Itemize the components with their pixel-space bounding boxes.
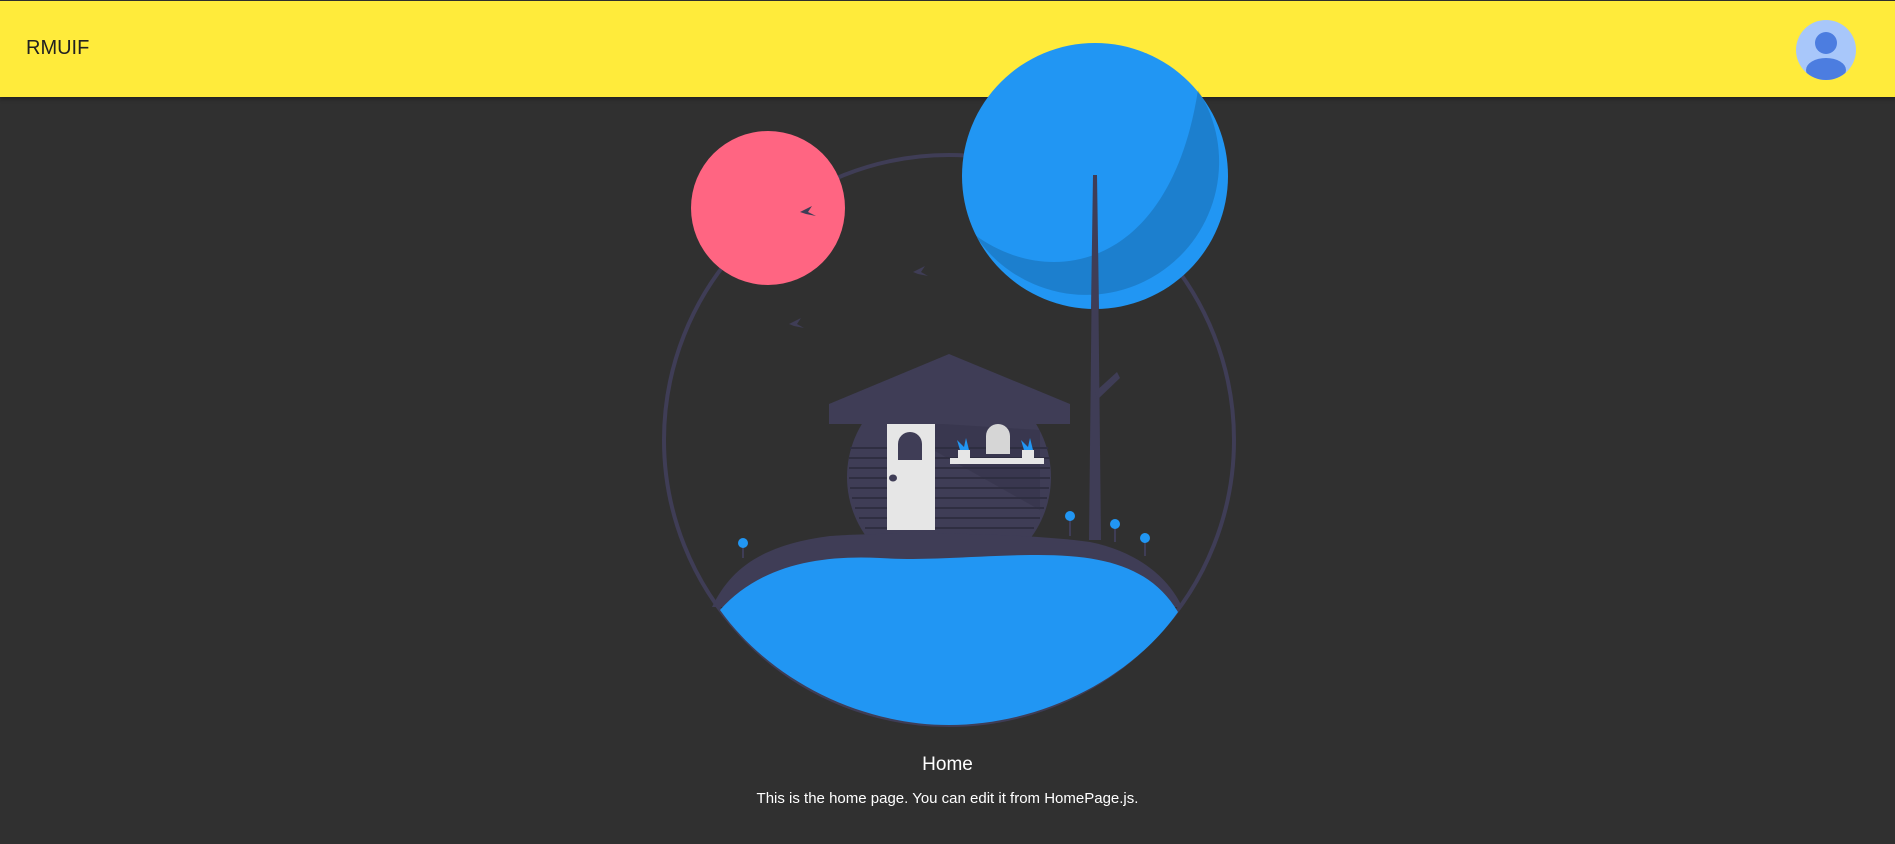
tree-trunk (1089, 170, 1120, 540)
scene-outline-circle (662, 153, 1236, 727)
account-circle-icon (1806, 32, 1846, 80)
ground (712, 533, 1182, 607)
lake (720, 554, 1178, 725)
sun (691, 131, 845, 285)
app-title: RMUIF (26, 37, 90, 59)
house-door (887, 424, 935, 530)
house-by-lake-illustration (662, 43, 1236, 727)
birds (789, 206, 928, 328)
account-avatar-button[interactable] (1796, 20, 1856, 80)
house-wall (847, 375, 1051, 579)
house-window (950, 424, 1044, 464)
app-bar: RMUIF (0, 1, 1895, 97)
house-roof (829, 354, 1070, 424)
flowers (738, 511, 1150, 558)
page-description: This is the home page. You can edit it f… (756, 790, 1139, 807)
page-title: Home (922, 754, 973, 775)
